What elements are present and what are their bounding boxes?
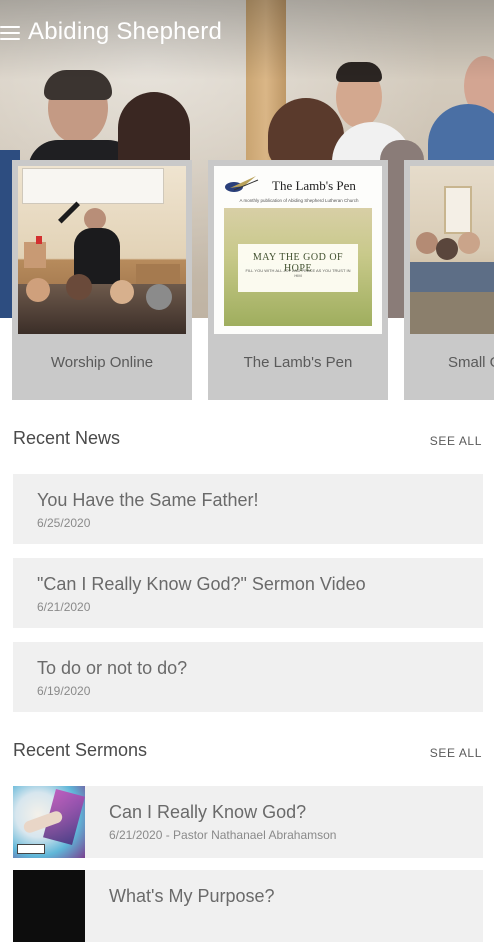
news-item[interactable]: "Can I Really Know God?" Sermon Video 6/… xyxy=(13,558,483,628)
feature-carousel[interactable]: Worship Online The Lamb's Pen A monthly … xyxy=(0,160,494,402)
feature-card-lambs-pen[interactable]: The Lamb's Pen A monthly publication of … xyxy=(208,160,388,400)
news-title: "Can I Really Know God?" Sermon Video xyxy=(37,574,366,594)
small-groups-image xyxy=(410,166,494,334)
worship-online-image xyxy=(18,166,186,334)
news-item[interactable]: You Have the Same Father! 6/25/2020 xyxy=(13,474,483,544)
news-see-all-link[interactable]: SEE ALL xyxy=(430,434,482,448)
news-title: You Have the Same Father! xyxy=(37,490,259,510)
feature-label: Worship Online xyxy=(50,354,154,371)
feature-card-worship-online[interactable]: Worship Online xyxy=(12,160,192,400)
sermon-thumbnail xyxy=(13,870,85,942)
quill-icon xyxy=(225,176,259,192)
sermon-title: What's My Purpose? xyxy=(109,886,275,906)
news-title: To do or not to do? xyxy=(37,658,188,678)
sermon-item[interactable]: Can I Really Know God? 6/21/2020 - Pasto… xyxy=(13,786,483,858)
recent-sermons-heading: Recent Sermons xyxy=(13,740,148,760)
feature-label: The Lamb's Pen xyxy=(243,354,353,371)
sermon-title: Can I Really Know God? xyxy=(109,802,307,822)
recent-news-heading: Recent News xyxy=(13,428,121,448)
news-date: 6/25/2020 xyxy=(37,516,91,530)
news-date: 6/19/2020 xyxy=(37,684,91,698)
news-item[interactable]: To do or not to do? 6/19/2020 xyxy=(13,642,483,712)
feature-label: Small Groups xyxy=(448,354,494,371)
feature-card-small-groups[interactable]: Small Groups xyxy=(404,160,494,400)
sermons-see-all-link[interactable]: SEE ALL xyxy=(430,746,482,760)
sermon-item[interactable]: What's My Purpose? xyxy=(13,870,483,942)
app-title: Abiding Shepherd xyxy=(28,18,223,45)
news-date: 6/21/2020 xyxy=(37,600,91,614)
hamburger-menu-icon[interactable] xyxy=(0,26,20,42)
sermon-thumbnail xyxy=(13,786,85,858)
sermon-meta: 6/21/2020 - Pastor Nathanael Abrahamson xyxy=(109,828,337,842)
lambs-pen-image: The Lamb's Pen A monthly publication of … xyxy=(214,166,382,334)
